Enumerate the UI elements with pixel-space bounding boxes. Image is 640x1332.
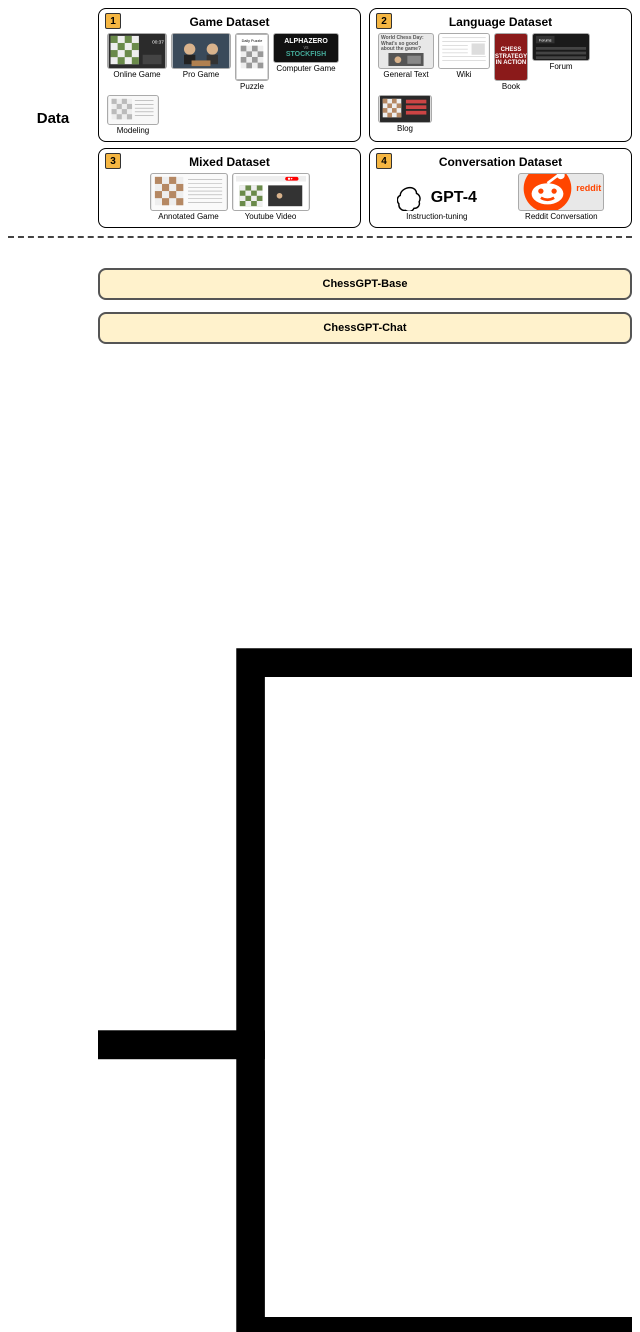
general-text-headline: World Chess Day: What's so good about th… — [381, 36, 431, 53]
modeling-caption: Modeling — [117, 126, 149, 135]
gpt4-label: GPT-4 — [431, 189, 477, 207]
alphazero-label: ALPHAZERO — [284, 38, 328, 45]
language-dataset-panel: 2 Language Dataset World Chess Day: What… — [369, 8, 632, 142]
data-label: Data — [8, 8, 98, 228]
annotated-game-caption: Annotated Game — [158, 212, 218, 221]
data-content: 1 Game Dataset 00:37 Online Game — [98, 8, 632, 228]
svg-text:Daily Puzzle: Daily Puzzle — [242, 39, 263, 43]
badge-4: 4 — [376, 153, 392, 169]
reddit-thumb: reddit — [518, 173, 604, 211]
puzzle-caption: Puzzle — [240, 82, 264, 91]
badge-3: 3 — [105, 153, 121, 169]
forum-caption: Forum — [549, 62, 572, 71]
chessgpt-chat-box: ChessGPT-Chat — [98, 312, 632, 344]
online-game-thumb: 00:37 — [107, 33, 167, 69]
badge-1: 1 — [105, 13, 121, 29]
wiki-caption: Wiki — [456, 70, 471, 79]
conversation-dataset-title: Conversation Dataset — [378, 155, 623, 169]
general-text-caption: General Text — [383, 70, 428, 79]
youtube-caption: Youtube Video — [245, 212, 297, 221]
gpt4-block: GPT-4 — [397, 185, 477, 211]
computer-game-caption: Computer Game — [276, 64, 335, 73]
language-dataset-title: Language Dataset — [378, 15, 623, 29]
pro-game-thumb — [171, 33, 231, 69]
reddit-conversation-caption: Reddit Conversation — [525, 212, 597, 221]
model-label: Model — [8, 246, 98, 1332]
wiki-thumb — [438, 33, 490, 69]
book-thumb: CHESS STRATEGY IN ACTION — [494, 33, 528, 81]
online-game-caption: Online Game — [113, 70, 160, 79]
model-content: ChessGPT-Base ChessGPT-Chat — [98, 246, 632, 1332]
model-row: Model ChessGPT-Base ChessGPT-Chat — [8, 246, 632, 1332]
game-dataset-title: Game Dataset — [107, 15, 352, 29]
stockfish-label: STOCKFISH — [286, 51, 326, 58]
youtube-thumb — [232, 173, 310, 211]
puzzle-thumb: Daily Puzzle — [235, 33, 269, 81]
badge-2: 2 — [376, 13, 392, 29]
annotated-game-thumb — [150, 173, 228, 211]
chessgpt-base-box: ChessGPT-Base — [98, 268, 632, 300]
blog-thumb — [378, 95, 432, 123]
book-title: CHESS STRATEGY IN ACTION — [495, 47, 527, 67]
openai-icon — [397, 185, 423, 211]
svg-text:Forums: Forums — [539, 38, 552, 42]
mixed-dataset-title: Mixed Dataset — [107, 155, 352, 169]
svg-text:00:37: 00:37 — [152, 39, 164, 45]
mixed-dataset-panel: 3 Mixed Dataset Annotated Game — [98, 148, 361, 228]
divider-1 — [8, 236, 632, 238]
general-text-thumb: World Chess Day: What's so good about th… — [378, 33, 434, 69]
model-connectors — [98, 376, 632, 1332]
blog-caption: Blog — [397, 124, 413, 133]
figure-wrapper: Data 1 Game Dataset 00:37 Online Game — [0, 0, 640, 1332]
pro-game-caption: Pro Game — [183, 70, 219, 79]
conversation-dataset-panel: 4 Conversation Dataset GPT-4 Instruction… — [369, 148, 632, 228]
computer-game-thumb: ALPHAZERO vs STOCKFISH — [273, 33, 339, 63]
book-caption: Book — [502, 82, 520, 91]
forum-thumb: Forums — [532, 33, 590, 61]
data-row: Data 1 Game Dataset 00:37 Online Game — [8, 8, 632, 228]
reddit-icon — [521, 173, 574, 211]
game-dataset-panel: 1 Game Dataset 00:37 Online Game — [98, 8, 361, 142]
instruction-tuning-caption: Instruction-tuning — [406, 212, 467, 221]
modeling-thumb — [107, 95, 159, 125]
reddit-label: reddit — [576, 183, 601, 193]
